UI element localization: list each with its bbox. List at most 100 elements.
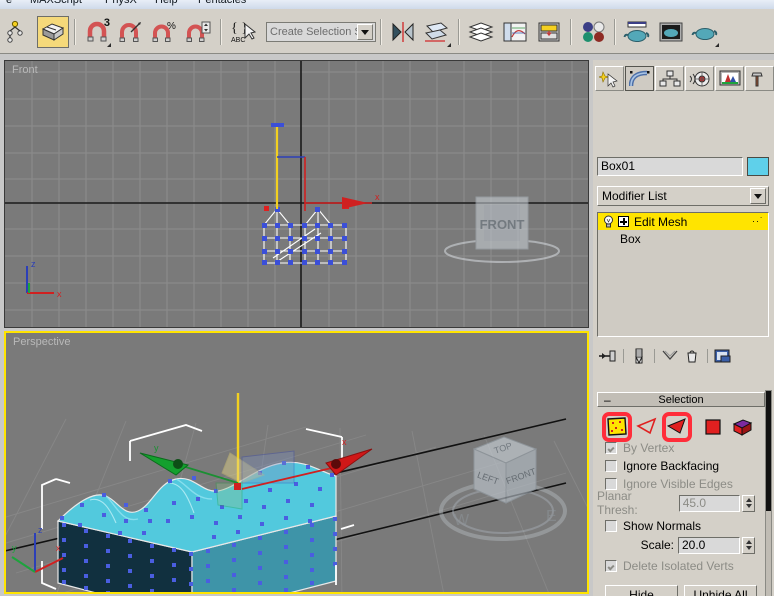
- toolbar-separator: [570, 19, 572, 45]
- delete-isolated-verts-checkbox[interactable]: [605, 560, 617, 572]
- scrollbar-thumb[interactable]: [766, 391, 771, 511]
- render-production-button[interactable]: [689, 16, 721, 48]
- ignore-backfacing-label: Ignore Backfacing: [623, 459, 720, 473]
- pin-stack-icon: [599, 350, 616, 362]
- selection-set-combo[interactable]: Create Selection Set: [266, 22, 376, 42]
- schematic-view-button[interactable]: [533, 16, 565, 48]
- delete-isolated-verts-label: Delete Isolated Verts: [623, 559, 734, 573]
- viewport-perspective[interactable]: x y TOP LEFT FRONT W E z x y Perspective: [4, 331, 589, 594]
- scale-input[interactable]: 20.0: [678, 536, 740, 554]
- max-application-window: e MAXScript PhysX Help Pentacles 3 % {}…: [0, 0, 774, 596]
- planar-thresh-input[interactable]: 45.0: [678, 494, 741, 512]
- collapse-icon[interactable]: –: [604, 394, 611, 406]
- stack-item-edit-mesh[interactable]: Edit Mesh ··˙: [598, 213, 768, 230]
- sub-object-element-button[interactable]: [731, 415, 755, 439]
- modifier-stack[interactable]: Edit Mesh ··˙ Box: [597, 212, 769, 337]
- sub-object-edge-button[interactable]: [635, 415, 659, 439]
- menu-item-help[interactable]: Help: [155, 0, 178, 6]
- percent-snap-toggle-button[interactable]: %: [149, 16, 181, 48]
- sub-object-vertex-button[interactable]: [602, 412, 632, 442]
- scale-spinner[interactable]: [742, 536, 755, 554]
- menu-item-physx[interactable]: PhysX: [105, 0, 137, 6]
- object-name-input[interactable]: Box01: [597, 157, 743, 176]
- angle-snap-icon: [119, 22, 141, 42]
- snaps-toggle-3d-button[interactable]: 3: [81, 16, 113, 48]
- ignore-visible-edges-checkbox[interactable]: [605, 478, 617, 490]
- unhide-all-button[interactable]: Unhide All: [684, 585, 757, 596]
- show-normals-checkbox[interactable]: [605, 520, 617, 532]
- menu-item-e[interactable]: e: [6, 0, 12, 6]
- polygon-icon: [705, 419, 721, 435]
- layer-manager-button[interactable]: [465, 16, 497, 48]
- selection-rollout-title: Selection: [658, 393, 704, 406]
- make-unique-button[interactable]: [659, 346, 681, 366]
- chevron-down-icon[interactable]: [357, 24, 373, 40]
- by-vertex-checkbox[interactable]: [605, 442, 617, 454]
- toolbar-separator: [458, 19, 460, 45]
- selection-rollout-header[interactable]: – Selection: [597, 392, 765, 407]
- light-bulb-icon[interactable]: [602, 215, 615, 228]
- align-button[interactable]: [421, 16, 453, 48]
- selection-rollout: – Selection By Vertex Ignore Backfacing …: [597, 392, 765, 596]
- material-editor-icon: [583, 21, 605, 42]
- configure-modifier-sets-button[interactable]: [712, 346, 734, 366]
- show-end-result-button[interactable]: [628, 346, 650, 366]
- command-panel: Box01 Modifier List Edit Mesh ··˙ Box – …: [593, 60, 774, 596]
- delete-isolated-verts-row[interactable]: Delete Isolated Verts: [597, 557, 765, 575]
- tab-hierarchy[interactable]: [655, 66, 684, 91]
- pin-stack-button[interactable]: [597, 346, 619, 366]
- curve-editor-button[interactable]: [499, 16, 531, 48]
- schematic-view-icon: [538, 22, 560, 42]
- configure-sets-icon: [714, 349, 731, 363]
- ignore-backfacing-checkbox[interactable]: [605, 460, 617, 472]
- material-editor-button[interactable]: [577, 16, 609, 48]
- angle-snap-toggle-button[interactable]: [115, 16, 147, 48]
- svg-text:%: %: [167, 21, 176, 32]
- modifier-list-dropdown[interactable]: Modifier List: [597, 186, 769, 206]
- stack-item-label: Box: [620, 231, 641, 246]
- tab-modify[interactable]: [625, 66, 654, 91]
- select-and-link-button[interactable]: [3, 16, 35, 48]
- tab-create[interactable]: [595, 66, 624, 91]
- show-normals-label: Show Normals: [623, 519, 702, 533]
- command-panel-scrollbar[interactable]: [765, 390, 772, 596]
- perspective-viewport-canvas: x y TOP LEFT FRONT W E z x y: [6, 333, 587, 592]
- ignore-backfacing-row[interactable]: Ignore Backfacing: [597, 457, 765, 475]
- svg-text:z: z: [38, 525, 43, 535]
- curve-editor-icon: [503, 22, 527, 42]
- svg-text:y: y: [154, 443, 159, 453]
- trash-icon: [687, 350, 697, 363]
- chevron-down-icon[interactable]: [750, 188, 766, 204]
- snaps-toggle-box-button[interactable]: [37, 16, 69, 48]
- modifier-stack-toolbar: [597, 344, 769, 368]
- remove-modifier-button[interactable]: [681, 346, 703, 366]
- svg-text:E: E: [546, 508, 557, 525]
- expand-modifier-icon[interactable]: [618, 216, 629, 227]
- flyout-corner-icon: [715, 43, 719, 47]
- viewport-front[interactable]: x FRONT z x Front: [4, 60, 589, 328]
- tab-motion[interactable]: [685, 66, 714, 91]
- hide-button[interactable]: Hide: [605, 585, 678, 596]
- show-end-result-icon: [635, 348, 643, 364]
- render-setup-button[interactable]: [621, 16, 653, 48]
- object-color-swatch[interactable]: [747, 157, 769, 176]
- menu-item-maxscript[interactable]: MAXScript: [30, 0, 82, 6]
- sub-object-polygon-button[interactable]: [701, 415, 725, 439]
- sub-object-face-button[interactable]: [662, 412, 692, 442]
- layer-manager-icon: [468, 22, 494, 42]
- svg-text:x: x: [57, 289, 62, 299]
- spinner-snap-toggle-button[interactable]: [183, 16, 215, 48]
- named-selection-sets-button[interactable]: { } ABC: [227, 16, 259, 48]
- select-and-link-icon: [7, 20, 23, 43]
- planar-thresh-spinner[interactable]: [742, 494, 755, 512]
- stack-item-box[interactable]: Box: [598, 230, 768, 247]
- rendered-frame-window-button[interactable]: [655, 16, 687, 48]
- show-normals-row[interactable]: Show Normals: [597, 517, 765, 535]
- svg-text:W: W: [454, 512, 470, 529]
- menu-item-pentacles[interactable]: Pentacles: [198, 0, 246, 6]
- mirror-button[interactable]: [387, 16, 419, 48]
- toolbar-separator: [380, 19, 382, 45]
- toolbar-separator: [654, 349, 655, 363]
- tab-display[interactable]: [715, 66, 744, 91]
- tab-utilities[interactable]: [745, 66, 774, 91]
